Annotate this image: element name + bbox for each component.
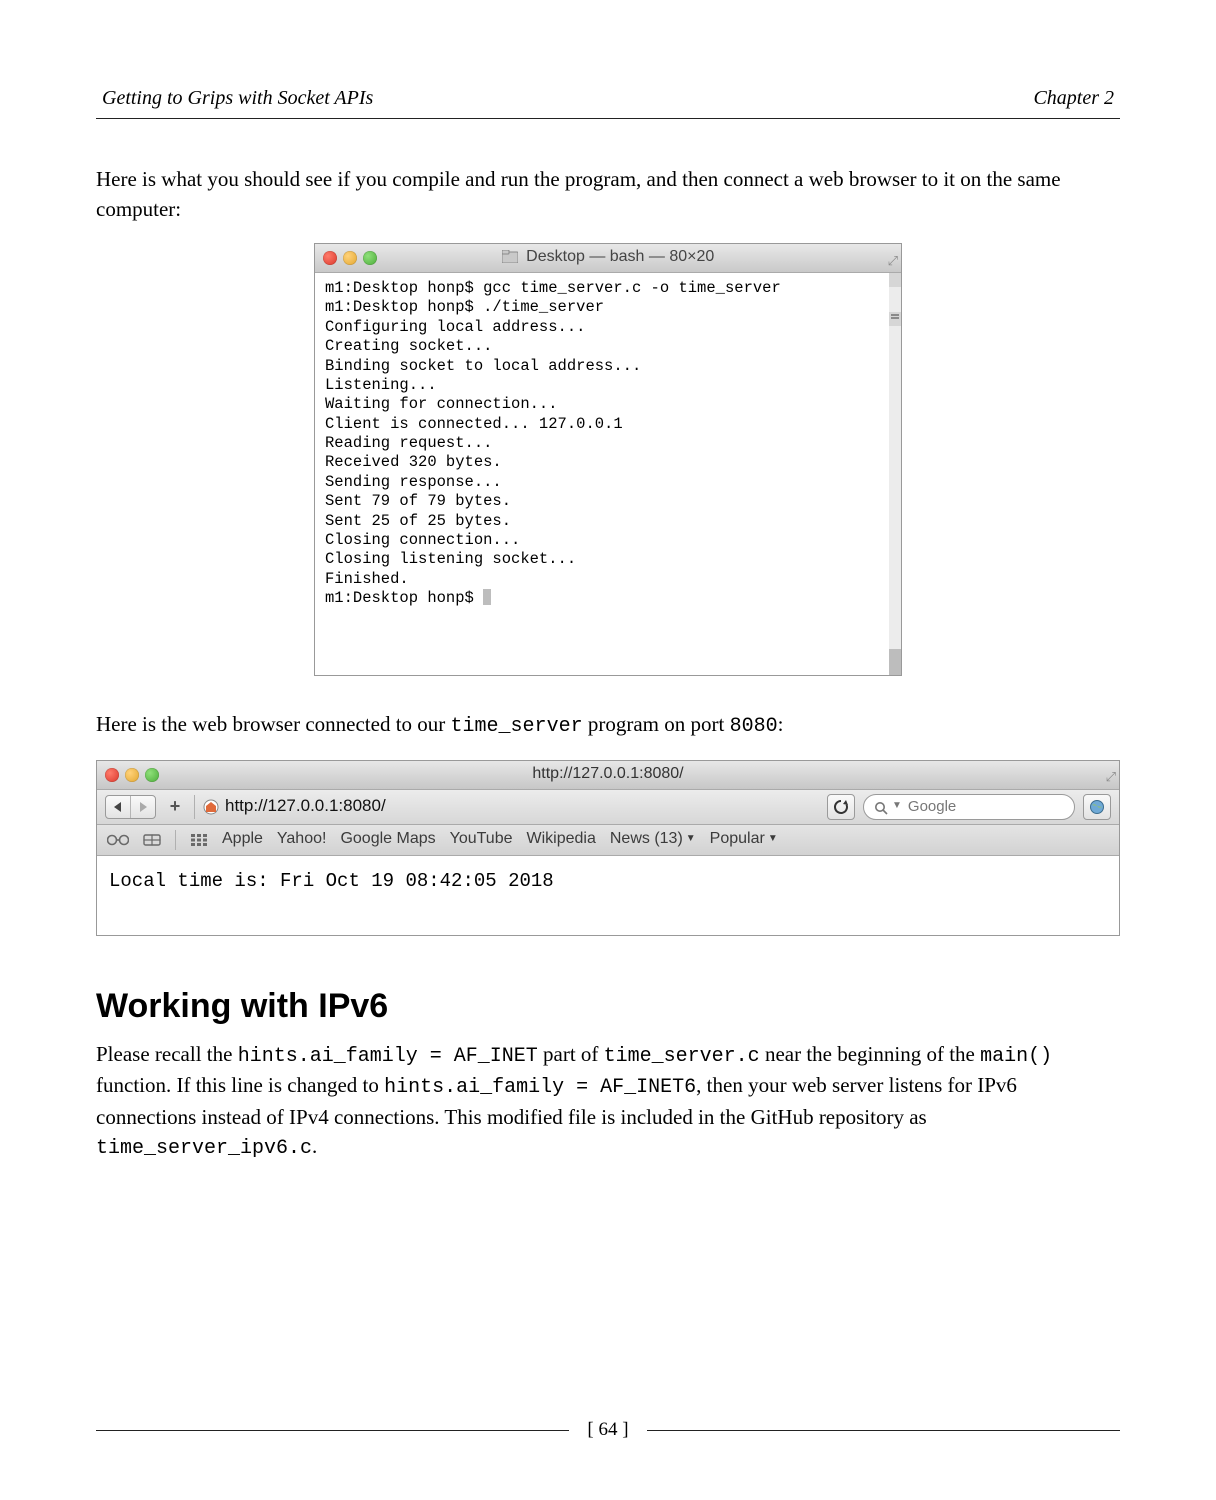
chevron-down-icon: ▼ xyxy=(686,832,696,846)
bookmark-google-maps[interactable]: Google Maps xyxy=(340,828,435,851)
add-tab-button[interactable]: + xyxy=(164,796,186,818)
scrollbar-thumb[interactable] xyxy=(889,649,901,675)
cursor-icon xyxy=(483,589,491,605)
code: hints.ai_family = AF_INET xyxy=(238,1045,538,1068)
bookmark-apple[interactable]: Apple xyxy=(222,828,263,851)
intro-paragraph-2: Here is the web browser connected to our… xyxy=(96,710,1120,741)
footer-rule-left xyxy=(96,1430,569,1431)
bookmark-label: YouTube xyxy=(450,828,513,851)
text: function. If this line is changed to xyxy=(96,1073,384,1097)
site-prefs-button[interactable] xyxy=(1083,794,1111,820)
terminal-title: Desktop — bash — 80×20 xyxy=(526,248,714,265)
code: hints.ai_family = AF_INET6 xyxy=(384,1076,696,1099)
bookmark-label: Wikipedia xyxy=(527,828,596,851)
favicon-icon xyxy=(203,799,219,815)
minimize-icon[interactable] xyxy=(343,251,357,265)
zoom-icon[interactable] xyxy=(363,251,377,265)
browser-viewport: Local time is: Fri Oct 19 08:42:05 2018 xyxy=(97,856,1119,935)
bookmark-label: Apple xyxy=(222,828,263,851)
scroll-up-icon[interactable] xyxy=(889,273,901,287)
separator xyxy=(175,830,176,850)
code: main() xyxy=(980,1045,1052,1068)
footer-rule-right xyxy=(647,1430,1120,1431)
bookmark-yahoo[interactable]: Yahoo! xyxy=(277,828,327,851)
running-header: Getting to Grips with Socket APIs Chapte… xyxy=(96,84,1120,119)
bookmark-label: Google Maps xyxy=(340,828,435,851)
header-right: Chapter 2 xyxy=(1033,84,1114,112)
page-footer: [ 64 ] xyxy=(96,1417,1120,1444)
show-all-icon[interactable] xyxy=(190,833,208,847)
zoom-icon[interactable] xyxy=(145,768,159,782)
minimize-icon[interactable] xyxy=(125,768,139,782)
terminal-window: Desktop — bash — 80×20 ⤢ m1:Desktop honp… xyxy=(314,243,902,676)
browser-title: http://127.0.0.1:8080/ xyxy=(97,763,1119,786)
browser-titlebar: http://127.0.0.1:8080/ ⤢ xyxy=(97,761,1119,790)
search-input[interactable]: ▼ Google xyxy=(863,794,1075,820)
code: time_server.c xyxy=(604,1045,760,1068)
bookmark-popular[interactable]: Popular ▼ xyxy=(710,828,778,851)
code: time_server_ipv6.c xyxy=(96,1137,312,1160)
terminal-body: m1:Desktop honp$ gcc time_server.c -o ti… xyxy=(315,273,901,675)
bookmark-news[interactable]: News (13) ▼ xyxy=(610,828,696,851)
resize-icon: ⤢ xyxy=(1106,768,1116,786)
bookmark-wikipedia[interactable]: Wikipedia xyxy=(527,828,596,851)
bookmark-youtube[interactable]: YouTube xyxy=(450,828,513,851)
text: Please recall the xyxy=(96,1042,238,1066)
text: : xyxy=(778,712,784,736)
close-icon[interactable] xyxy=(105,768,119,782)
text: program on port xyxy=(583,712,730,736)
reading-list-icon[interactable] xyxy=(107,833,129,847)
page-number: [ 64 ] xyxy=(569,1417,646,1444)
browser-window: http://127.0.0.1:8080/ ⤢ + http://127.0.… xyxy=(96,760,1120,936)
text: near the beginning of the xyxy=(760,1042,980,1066)
forward-button[interactable] xyxy=(130,796,155,818)
globe-icon xyxy=(1089,799,1105,815)
chevron-down-icon: ▼ xyxy=(892,799,902,813)
chevron-down-icon: ▼ xyxy=(768,832,778,846)
back-button[interactable] xyxy=(106,796,130,818)
text: . xyxy=(312,1134,317,1158)
terminal-output: m1:Desktop honp$ gcc time_server.c -o ti… xyxy=(325,279,781,607)
top-sites-icon[interactable] xyxy=(143,833,161,847)
bookmark-label: Popular xyxy=(710,828,765,851)
nav-buttons xyxy=(105,795,156,819)
intro-paragraph-1: Here is what you should see if you compi… xyxy=(96,165,1120,225)
code-port: 8080 xyxy=(730,715,778,738)
address-bar[interactable]: http://127.0.0.1:8080/ xyxy=(203,794,819,820)
page-content: Local time is: Fri Oct 19 08:42:05 2018 xyxy=(109,870,554,892)
header-left: Getting to Grips with Socket APIs xyxy=(102,84,373,112)
bookmark-label: Yahoo! xyxy=(277,828,327,851)
code-time-server: time_server xyxy=(451,715,583,738)
text: part of xyxy=(538,1042,604,1066)
search-placeholder: Google xyxy=(908,796,956,817)
browser-toolbar: + http://127.0.0.1:8080/ ▼ Google xyxy=(97,790,1119,825)
close-icon[interactable] xyxy=(323,251,337,265)
triangle-left-icon xyxy=(113,801,123,813)
reload-button[interactable] xyxy=(827,794,855,820)
scrollbar[interactable] xyxy=(889,273,901,675)
text: Here is the web browser connected to our xyxy=(96,712,451,736)
separator xyxy=(194,795,195,819)
reload-icon xyxy=(833,799,849,815)
url-text: http://127.0.0.1:8080/ xyxy=(225,794,386,818)
section-heading: Working with IPv6 xyxy=(96,982,1120,1030)
resize-icon: ⤢ xyxy=(888,252,898,270)
bookmark-label: News (13) xyxy=(610,828,683,851)
section-paragraph: Please recall the hints.ai_family = AF_I… xyxy=(96,1040,1120,1164)
folder-icon xyxy=(502,248,518,271)
search-icon xyxy=(874,800,888,814)
bookmarks-bar: Apple Yahoo! Google Maps YouTube Wikiped… xyxy=(97,825,1119,856)
triangle-right-icon xyxy=(138,801,148,813)
terminal-titlebar: Desktop — bash — 80×20 ⤢ xyxy=(315,244,901,273)
